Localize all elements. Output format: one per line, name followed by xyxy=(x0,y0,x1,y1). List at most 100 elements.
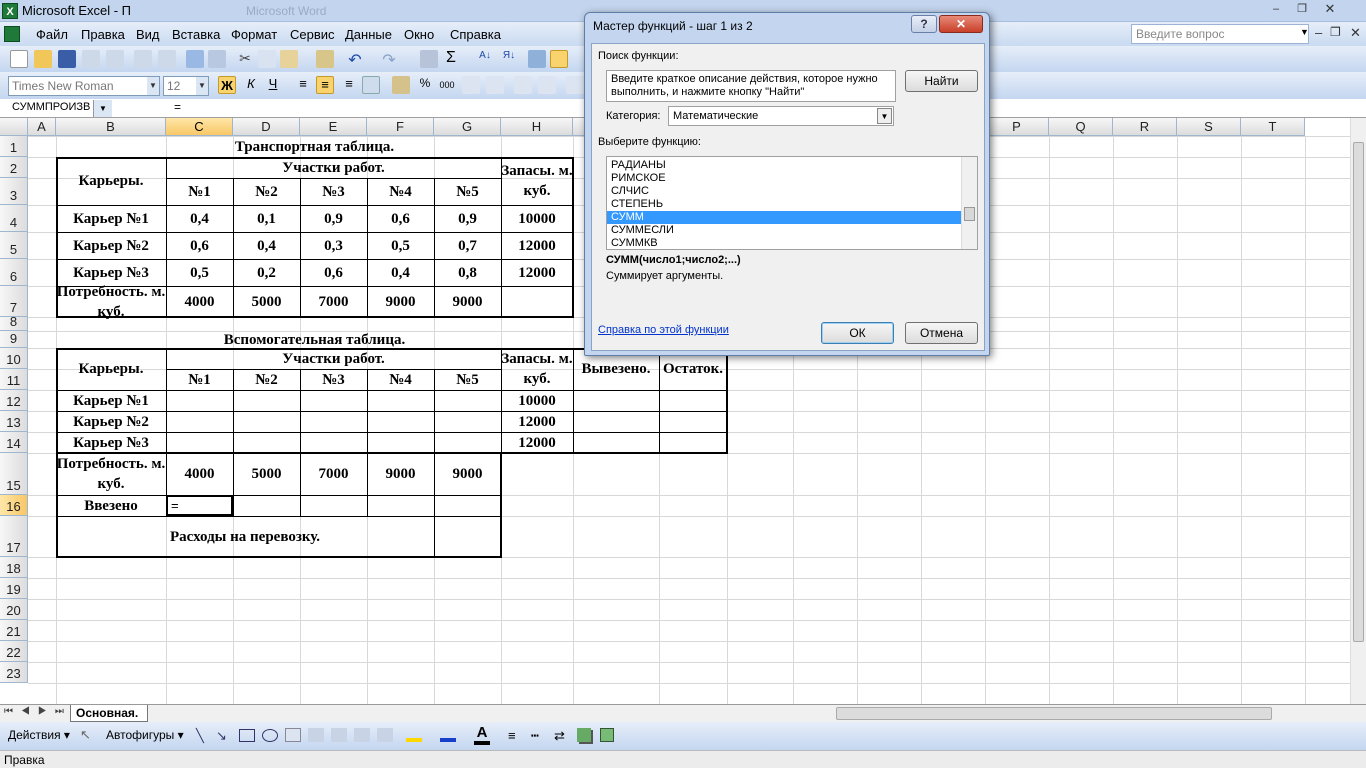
tab-scroll-icons[interactable]: ⏮◀▶⏭ xyxy=(4,706,72,717)
drawing-icon[interactable] xyxy=(550,50,568,68)
function-item[interactable]: СУММ xyxy=(607,211,961,224)
row-header[interactable]: 10 xyxy=(0,348,28,369)
column-header[interactable]: Q xyxy=(1049,118,1113,136)
percent-icon[interactable]: % xyxy=(416,76,434,94)
preview-icon[interactable] xyxy=(158,50,176,68)
row-header[interactable]: 4 xyxy=(0,205,28,232)
align-center-icon[interactable]: ≡ xyxy=(316,76,334,94)
spelling-icon[interactable] xyxy=(186,50,204,68)
close-button[interactable]: ✕ xyxy=(1320,2,1340,16)
decrease-decimal-icon[interactable] xyxy=(486,76,504,94)
print-icon[interactable] xyxy=(134,50,152,68)
cancel-button[interactable]: Отмена xyxy=(905,322,978,344)
thousands-icon[interactable]: 000 xyxy=(438,76,456,94)
row-header[interactable]: 14 xyxy=(0,432,28,453)
ok-button[interactable]: ОК xyxy=(821,322,894,344)
help-button[interactable]: ? xyxy=(911,15,937,33)
redo-icon[interactable]: ↷ xyxy=(380,50,398,69)
row-header[interactable]: 8 xyxy=(0,314,28,331)
autoshapes-menu[interactable]: Автофигуры ▾ xyxy=(106,728,184,742)
line-color-icon[interactable] xyxy=(440,728,456,742)
formula-input[interactable]: = xyxy=(174,100,181,114)
undo-icon[interactable]: ↶ xyxy=(346,50,364,69)
copy-icon[interactable] xyxy=(258,50,276,68)
search-input[interactable]: Введите краткое описание действия, котор… xyxy=(606,70,896,102)
column-header[interactable]: B xyxy=(56,118,166,136)
column-header[interactable]: S xyxy=(1177,118,1241,136)
menu-window[interactable]: Окно xyxy=(404,27,434,42)
function-item[interactable]: СТЕПЕНЬ xyxy=(607,198,961,211)
row-header[interactable]: 23 xyxy=(0,662,28,683)
font-size-select[interactable]: 12 ▼ xyxy=(163,76,209,96)
name-box[interactable]: СУММПРОИЗВ xyxy=(2,100,94,117)
doc-restore-button[interactable]: ❐ xyxy=(1330,25,1341,39)
picture-icon[interactable] xyxy=(377,728,393,742)
menu-insert[interactable]: Вставка xyxy=(172,27,220,42)
hyperlink-icon[interactable] xyxy=(420,50,438,68)
row-header[interactable]: 3 xyxy=(0,178,28,205)
row-header[interactable]: 18 xyxy=(0,557,28,578)
doc-close-button[interactable]: ✕ xyxy=(1350,25,1361,41)
minimize-button[interactable]: – xyxy=(1266,2,1286,16)
shadow-icon[interactable] xyxy=(577,728,591,742)
function-item[interactable]: РАДИАНЫ xyxy=(607,159,961,172)
row-header[interactable]: 12 xyxy=(0,390,28,411)
dash-style-icon[interactable]: ┅ xyxy=(531,728,539,744)
column-header[interactable]: A xyxy=(28,118,56,136)
paste-icon[interactable] xyxy=(280,50,298,68)
doc-minimize-button[interactable]: – xyxy=(1315,25,1322,40)
workbook-icon[interactable] xyxy=(4,26,20,42)
row-header[interactable]: 19 xyxy=(0,578,28,599)
bold-button[interactable]: Ж xyxy=(218,76,236,94)
save-icon[interactable] xyxy=(58,50,76,68)
function-list[interactable]: РАДИАНЫ РИМСКОЕ СЛЧИС СТЕПЕНЬ СУММ СУММЕСЛИ СУ… xyxy=(606,156,978,250)
line-style-icon[interactable]: ≡ xyxy=(508,728,516,743)
select-all-corner[interactable] xyxy=(0,118,28,136)
currency-icon[interactable] xyxy=(392,76,410,94)
underline-button[interactable]: Ч xyxy=(264,76,282,94)
align-right-icon[interactable]: ≡ xyxy=(340,76,358,94)
textbox-icon[interactable] xyxy=(285,728,301,742)
column-header[interactable]: D xyxy=(233,118,300,136)
row-header[interactable]: 21 xyxy=(0,620,28,641)
font-name-select[interactable]: Times New Roman ▼ xyxy=(8,76,160,96)
permission-icon[interactable] xyxy=(82,50,100,68)
row-header[interactable]: 5 xyxy=(0,232,28,259)
column-header[interactable]: H xyxy=(501,118,573,136)
vertical-scroll-thumb[interactable] xyxy=(1353,142,1364,642)
row-header[interactable]: 22 xyxy=(0,641,28,662)
increase-indent-icon[interactable] xyxy=(538,76,556,94)
oval-icon[interactable] xyxy=(262,729,278,742)
merge-center-icon[interactable] xyxy=(362,76,380,94)
column-header[interactable]: T xyxy=(1241,118,1305,136)
horizontal-scroll-thumb[interactable] xyxy=(836,707,1272,720)
menu-edit[interactable]: Правка xyxy=(81,27,125,42)
row-header[interactable]: 13 xyxy=(0,411,28,432)
rectangle-icon[interactable] xyxy=(239,729,255,742)
function-item[interactable]: СУММКВ xyxy=(607,237,961,250)
row-header[interactable]: 11 xyxy=(0,369,28,390)
3d-icon[interactable] xyxy=(600,728,614,742)
menu-help[interactable]: Справка xyxy=(450,27,501,42)
menu-tools[interactable]: Сервис xyxy=(290,27,335,42)
borders-icon[interactable] xyxy=(566,76,584,94)
sheet-tab-main[interactable]: Основная. xyxy=(70,705,148,722)
row-header[interactable]: 15 xyxy=(0,453,28,495)
open-icon[interactable] xyxy=(34,50,52,68)
align-left-icon[interactable]: ≡ xyxy=(294,76,312,94)
function-item[interactable]: СУММЕСЛИ xyxy=(607,224,961,237)
name-box-dropdown-icon[interactable]: ▼ xyxy=(94,100,112,117)
find-button[interactable]: Найти xyxy=(905,70,978,92)
row-header[interactable]: 16 xyxy=(0,495,28,516)
column-header[interactable]: P xyxy=(985,118,1049,136)
autosum-icon[interactable]: Σ xyxy=(442,49,460,67)
arrow-style-icon[interactable]: ⇄ xyxy=(554,728,565,744)
column-header[interactable]: R xyxy=(1113,118,1177,136)
cut-icon[interactable]: ✂ xyxy=(236,50,254,68)
list-scroll-thumb[interactable] xyxy=(964,207,975,221)
sort-asc-icon[interactable]: A↓ xyxy=(476,50,494,68)
column-header[interactable]: C xyxy=(166,118,233,136)
menu-view[interactable]: Вид xyxy=(136,27,160,42)
research-icon[interactable] xyxy=(208,50,226,68)
menu-format[interactable]: Формат xyxy=(231,27,277,42)
